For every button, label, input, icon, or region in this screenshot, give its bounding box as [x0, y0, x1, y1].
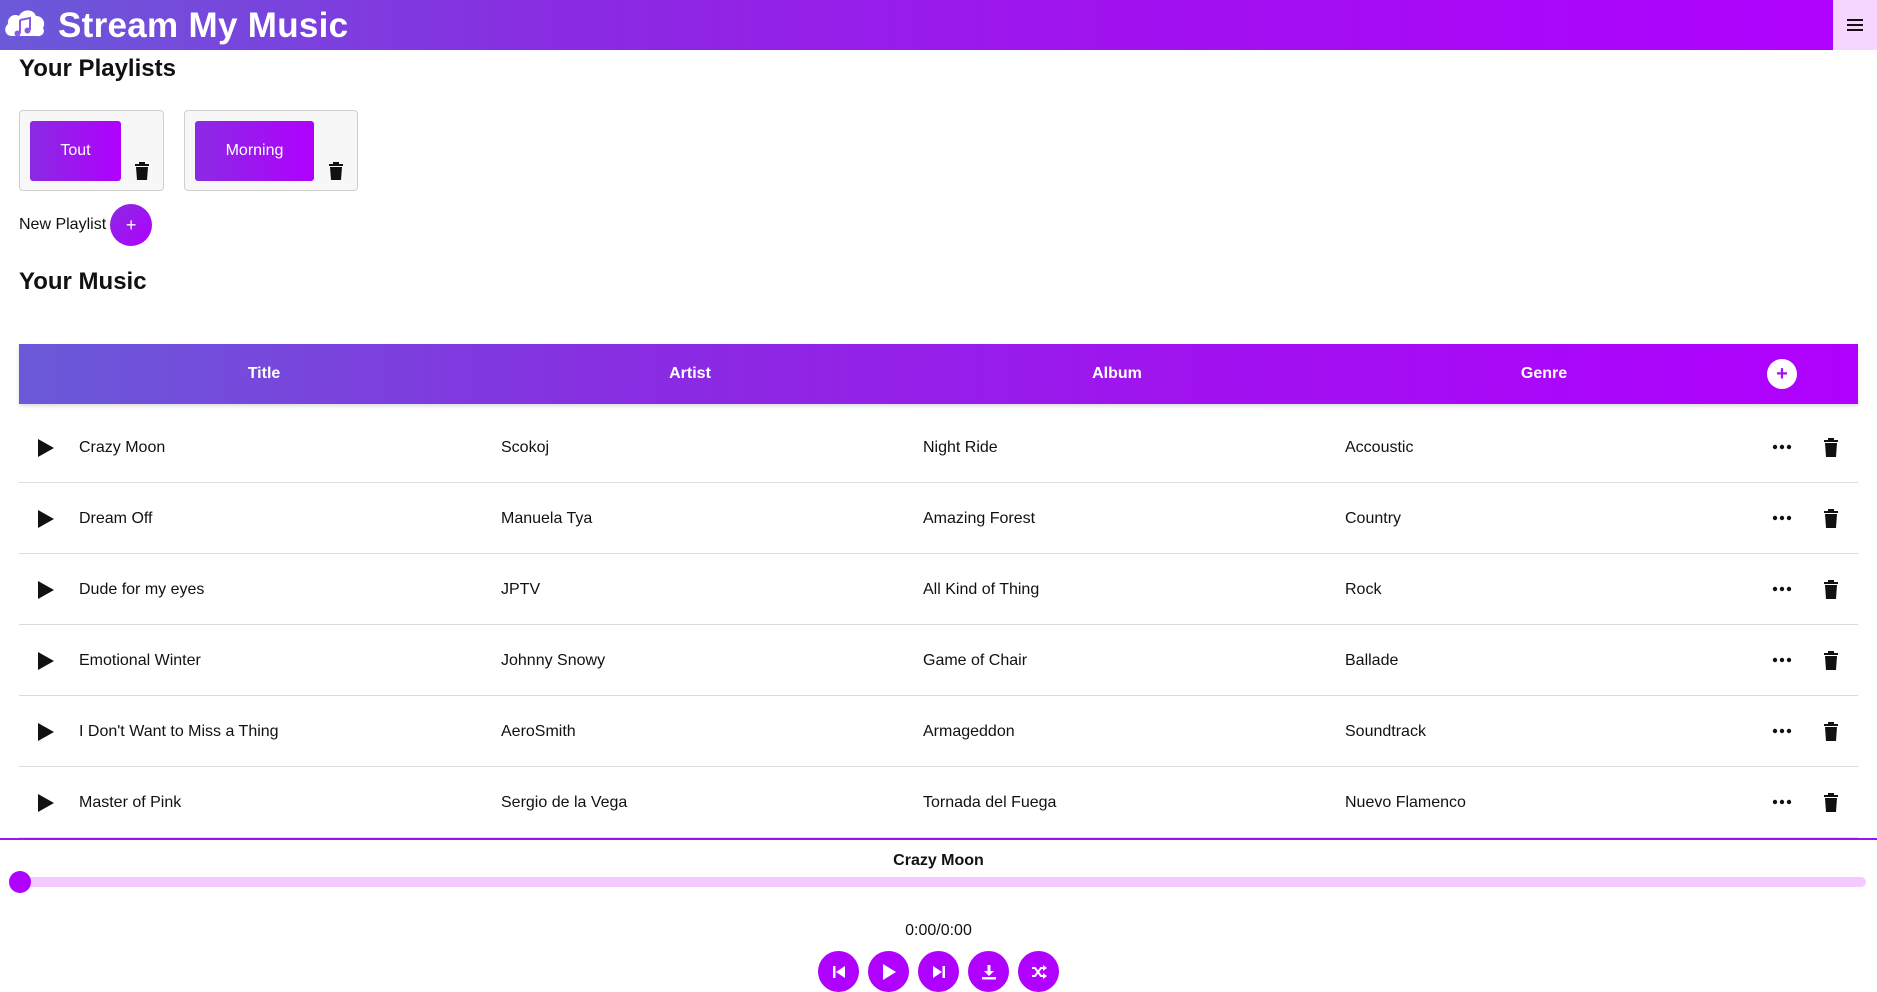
playlist-card: Morning — [184, 110, 358, 191]
player-controls — [818, 951, 1059, 992]
column-header-album[interactable]: Album — [872, 344, 1362, 404]
song-genre: Ballade — [1345, 652, 1399, 669]
song-album: Amazing Forest — [923, 510, 1036, 527]
now-playing-title: Crazy Moon — [893, 852, 984, 869]
trash-icon[interactable] — [1823, 580, 1839, 599]
song-artist: Sergio de la Vega — [501, 794, 628, 811]
add-song-button[interactable]: + — [1767, 359, 1797, 389]
song-title: I Don't Want to Miss a Thing — [79, 723, 279, 740]
hamburger-icon — [1847, 19, 1863, 31]
playlists-heading: Your Playlists — [19, 55, 176, 82]
song-artist: Scokoj — [501, 439, 550, 456]
audio-player: Crazy Moon 0:00/0:00 — [0, 838, 1877, 992]
song-album: Tornada del Fuega — [923, 794, 1057, 811]
menu-button[interactable] — [1833, 0, 1877, 50]
play-icon — [882, 963, 896, 980]
new-playlist-label: New Playlist — [19, 216, 107, 233]
ellipsis-icon[interactable] — [1772, 723, 1792, 739]
table-row: Emotional Winter Johnny Snowy Game of Ch… — [19, 625, 1858, 696]
table-row: I Don't Want to Miss a Thing AeroSmith A… — [19, 696, 1858, 767]
column-header-artist[interactable]: Artist — [445, 344, 935, 404]
song-album: All Kind of Thing — [923, 581, 1040, 598]
song-title: Emotional Winter — [79, 652, 201, 669]
playback-time: 0:00/0:00 — [905, 922, 972, 939]
progress-slider[interactable] — [19, 877, 1866, 887]
previous-button[interactable] — [818, 951, 859, 992]
song-genre: Country — [1345, 510, 1402, 527]
song-title: Dream Off — [79, 510, 153, 527]
playlist-button-morning[interactable]: Morning — [195, 121, 314, 181]
song-title: Crazy Moon — [79, 439, 166, 456]
song-artist: Manuela Tya — [501, 510, 593, 527]
song-artist: AeroSmith — [501, 723, 576, 740]
app-title: Stream My Music — [58, 6, 349, 45]
cloud-music-icon — [5, 10, 45, 37]
trash-icon[interactable] — [1823, 722, 1839, 741]
column-header-title[interactable]: Title — [19, 344, 509, 404]
skip-forward-icon — [932, 965, 945, 978]
column-header-genre[interactable]: Genre — [1299, 344, 1789, 404]
new-playlist-button[interactable]: + — [110, 204, 153, 246]
ellipsis-icon[interactable] — [1772, 510, 1792, 526]
song-list: Crazy Moon Scokoj Night Ride Accoustic D… — [19, 412, 1858, 838]
play-icon[interactable] — [37, 580, 55, 600]
trash-icon[interactable] — [134, 162, 150, 180]
song-artist: Johnny Snowy — [501, 652, 606, 669]
play-button[interactable] — [868, 951, 909, 992]
song-genre: Rock — [1345, 581, 1382, 598]
song-album: Armageddon — [923, 723, 1015, 740]
music-heading: Your Music — [19, 268, 147, 295]
progress-slider-handle[interactable] — [9, 871, 31, 893]
play-icon[interactable] — [37, 793, 55, 813]
trash-icon[interactable] — [1823, 651, 1839, 670]
song-genre: Soundtrack — [1345, 723, 1426, 740]
trash-icon[interactable] — [328, 162, 344, 180]
play-icon[interactable] — [37, 651, 55, 671]
trash-icon[interactable] — [1823, 509, 1839, 528]
song-title: Dude for my eyes — [79, 581, 205, 598]
table-row: Dream Off Manuela Tya Amazing Forest Cou… — [19, 483, 1858, 554]
next-button[interactable] — [918, 951, 959, 992]
trash-icon[interactable] — [1823, 793, 1839, 812]
song-genre: Accoustic — [1345, 439, 1414, 456]
skip-back-icon — [832, 965, 845, 978]
table-row: Master of Pink Sergio de la Vega Tornada… — [19, 767, 1858, 838]
song-title: Master of Pink — [79, 794, 182, 811]
table-row: Crazy Moon Scokoj Night Ride Accoustic — [19, 412, 1858, 483]
ellipsis-icon[interactable] — [1772, 652, 1792, 668]
play-icon[interactable] — [37, 438, 55, 458]
top-app-bar: Stream My Music — [0, 0, 1877, 50]
download-button[interactable] — [968, 951, 1009, 992]
song-album: Night Ride — [923, 439, 998, 456]
play-icon[interactable] — [37, 509, 55, 529]
new-playlist-row: New Playlist + — [19, 204, 153, 246]
song-album: Game of Chair — [923, 652, 1028, 669]
trash-icon[interactable] — [1823, 438, 1839, 457]
play-icon[interactable] — [37, 722, 55, 742]
song-genre: Nuevo Flamenco — [1345, 794, 1466, 811]
shuffle-button[interactable] — [1018, 951, 1059, 992]
ellipsis-icon[interactable] — [1772, 439, 1792, 455]
table-header: Title Artist Album Genre + — [19, 344, 1858, 404]
playlist-button-tout[interactable]: Tout — [30, 121, 121, 181]
song-artist: JPTV — [501, 581, 541, 598]
shuffle-icon — [1031, 964, 1047, 979]
ellipsis-icon[interactable] — [1772, 794, 1792, 810]
download-icon — [981, 964, 996, 979]
table-row: Dude for my eyes JPTV All Kind of Thing … — [19, 554, 1858, 625]
playlist-card: Tout — [19, 110, 164, 191]
ellipsis-icon[interactable] — [1772, 581, 1792, 597]
